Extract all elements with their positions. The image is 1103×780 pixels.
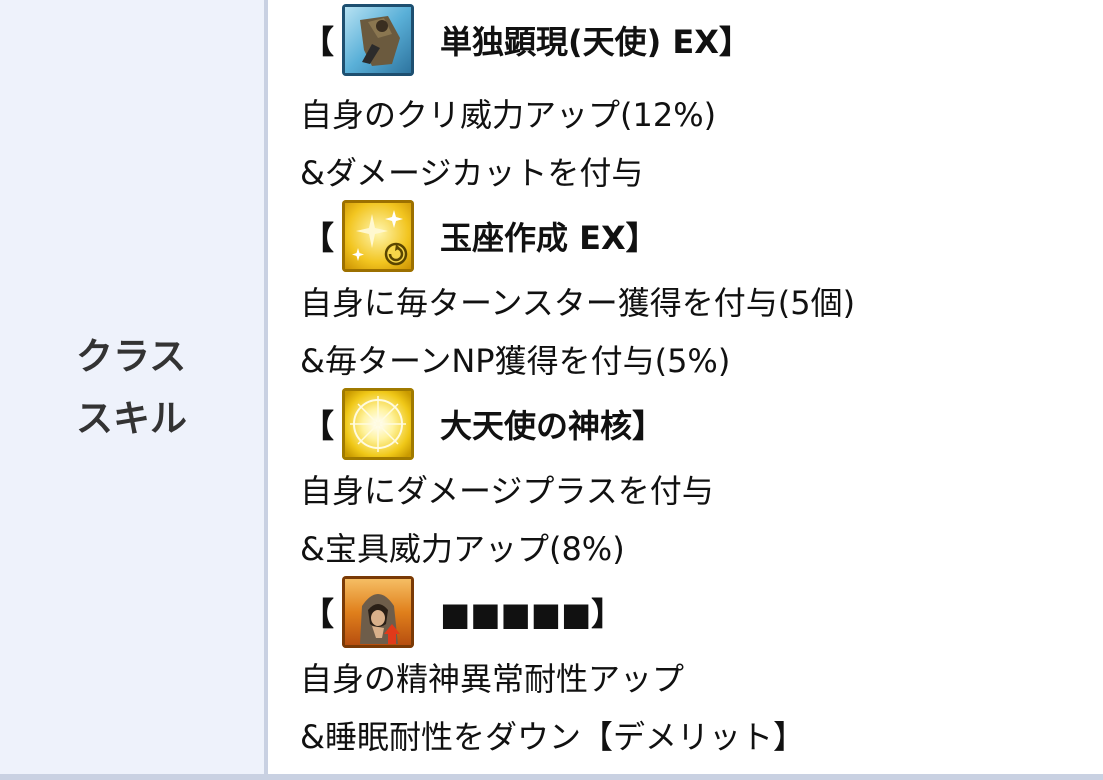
- skill-name: 単独顕現(天使) EX】: [440, 23, 751, 61]
- bracket-open: 【: [302, 407, 335, 445]
- bracket-open: 【: [302, 23, 335, 61]
- skill-desc-line: 自身のクリ威力アップ(12%): [300, 96, 717, 134]
- bracket-open: 【: [302, 219, 335, 257]
- skill-desc-line: &睡眠耐性をダウン【デメリット】: [300, 718, 805, 756]
- skill-name: 玉座作成 EX】: [440, 219, 658, 257]
- table-bottom-border: [0, 774, 1103, 780]
- skill-name: 大天使の神核】: [440, 407, 665, 445]
- header-line-1: クラス: [76, 335, 187, 378]
- skills-content-cell: 【 単独顕現(天使) EX】 自身のクリ威力アップ(12%) &ダメージカットを…: [272, 0, 1103, 774]
- skill-title: 【: [302, 574, 623, 650]
- bracket-open: 【: [302, 595, 335, 633]
- skill-desc-line: 自身の精神異常耐性アップ: [300, 660, 685, 698]
- table-header-cell: クラス スキル: [0, 0, 268, 774]
- hooded-thinker-icon: [342, 576, 414, 648]
- skill-name: ■■■■■】: [440, 595, 624, 633]
- class-skill-header: クラス スキル: [0, 326, 268, 450]
- skill-desc-line: &毎ターンNP獲得を付与(5%): [300, 342, 731, 380]
- skill-desc-line: &宝具威力アップ(8%): [300, 530, 625, 568]
- header-line-2: スキル: [76, 397, 187, 440]
- skill-title: 【: [302, 198, 658, 274]
- sparkle-stars-icon: [342, 200, 414, 272]
- hooded-figure-dash-icon: [342, 4, 414, 76]
- skill-desc-line: 自身にダメージプラスを付与: [300, 472, 714, 510]
- skill-table: クラス スキル 【 単独顕現(天使) EX】 自身のクリ威力アップ(12%) &…: [0, 0, 1103, 780]
- skill-title: 【: [302, 386, 664, 462]
- skill-title: 【: [302, 2, 751, 78]
- skill-desc-line: &ダメージカットを付与: [300, 154, 644, 192]
- skill-desc-line: 自身に毎ターンスター獲得を付与(5個): [300, 284, 856, 322]
- radiant-light-icon: [342, 388, 414, 460]
